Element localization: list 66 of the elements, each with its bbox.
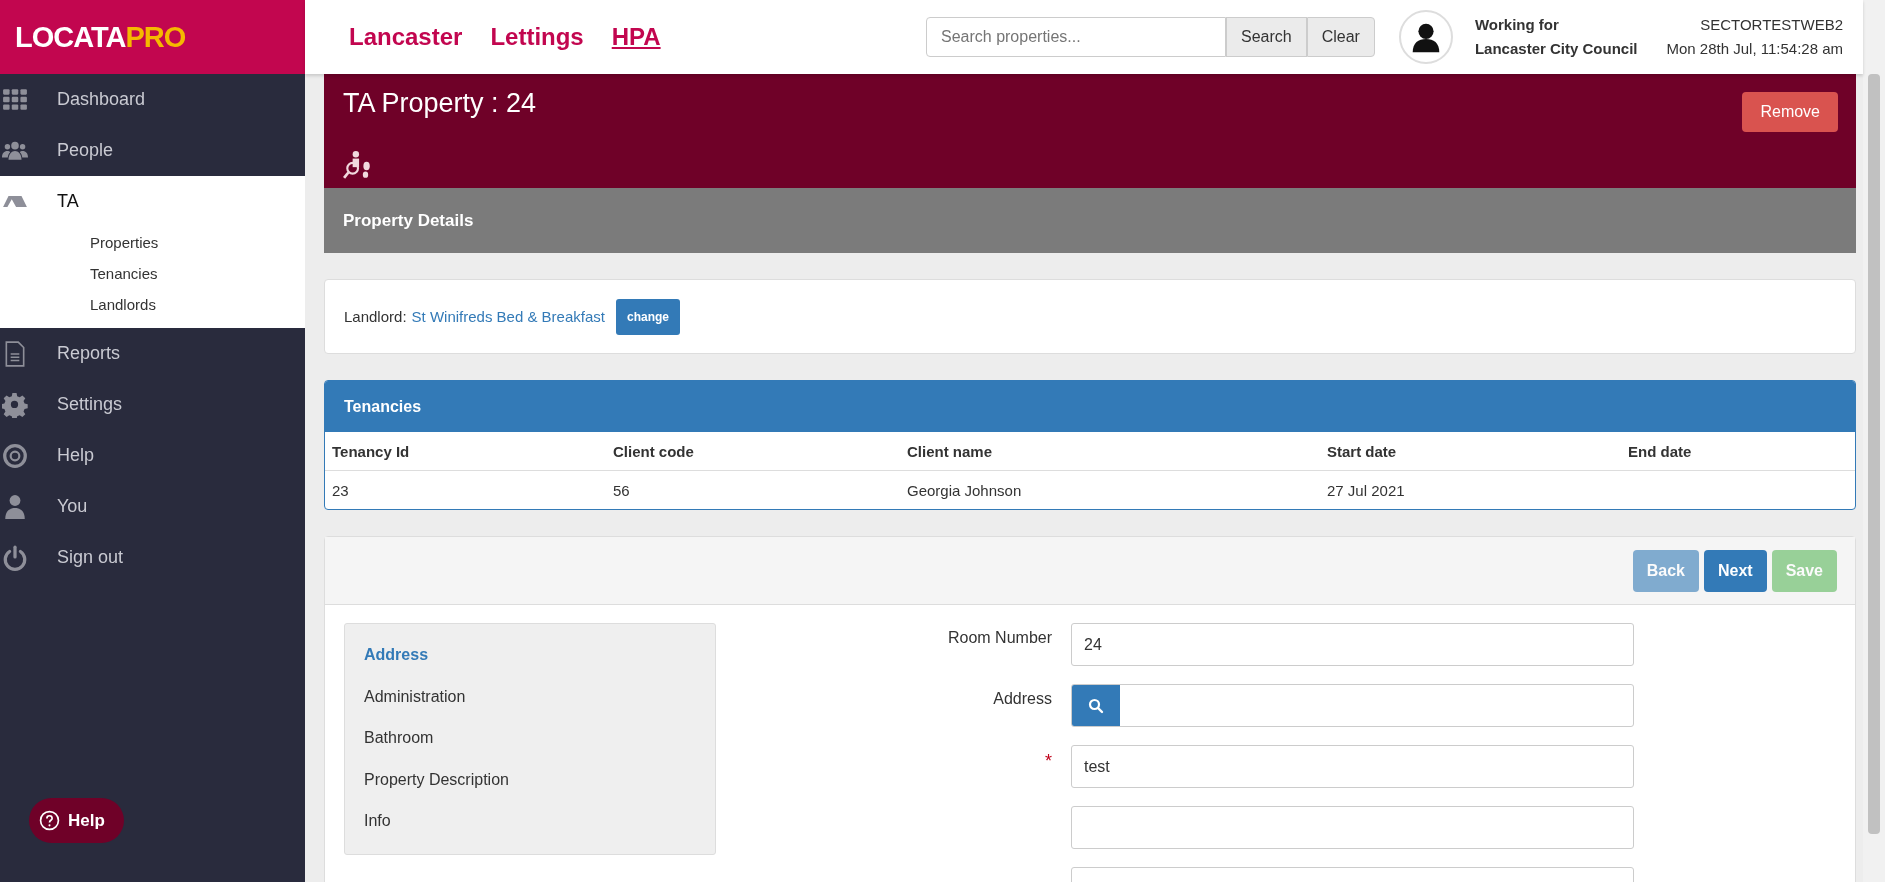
section-title: Property Details xyxy=(343,210,474,231)
user-icon xyxy=(4,493,26,520)
search-icon[interactable] xyxy=(1072,685,1120,726)
form-section-link[interactable]: Address xyxy=(364,634,715,676)
search-field[interactable]: Search properties... xyxy=(926,17,1226,57)
sidebar-item[interactable]: Dashboard xyxy=(0,74,305,125)
required-asterisk: * xyxy=(1045,751,1052,771)
working-for-label: Working for xyxy=(1474,15,1560,35)
column-header: Start date xyxy=(1327,442,1398,460)
sidebar-subitem[interactable]: Tenancies xyxy=(0,258,305,289)
document-icon xyxy=(5,340,25,367)
power-icon xyxy=(2,544,28,571)
organisation-name: Lancaster City Council xyxy=(1474,39,1638,59)
scrollbar[interactable] xyxy=(1863,0,1885,882)
server-name: SECTORTESTWEB2 xyxy=(1699,15,1843,35)
search-footprints-icon xyxy=(343,150,373,180)
table-cell: Georgia Johnson xyxy=(907,481,1022,499)
sidebar-item[interactable]: TA xyxy=(0,176,305,227)
logo[interactable]: LOCATAPRO xyxy=(0,0,305,74)
remove-button[interactable]: Remove xyxy=(1742,92,1838,132)
help-button[interactable]: Help xyxy=(29,798,124,843)
date-time: Mon 28th Jul, 11:54:28 am xyxy=(1666,39,1843,59)
grid-icon xyxy=(2,88,28,111)
input-field[interactable] xyxy=(1071,806,1634,849)
form-section-link[interactable]: Info xyxy=(364,800,715,842)
tent-icon xyxy=(2,195,28,208)
panel-title: Tenancies xyxy=(344,397,422,416)
settings-icon xyxy=(2,391,28,418)
column-header: Client code xyxy=(613,442,695,460)
page-title: TA Property : 24 xyxy=(343,88,537,119)
question-icon xyxy=(39,810,60,831)
sidebar-item[interactable]: You xyxy=(0,481,305,532)
lifebuoy-icon xyxy=(2,442,28,469)
field-label: Room Number xyxy=(947,629,1052,646)
top-nav-link[interactable]: Lancaster xyxy=(349,23,463,51)
column-header: Tenancy Id xyxy=(332,442,411,460)
input-field[interactable]: 24 xyxy=(1071,623,1634,666)
sidebar-subitem[interactable]: Properties xyxy=(0,227,305,258)
top-nav-link[interactable]: Lettings xyxy=(490,23,584,51)
form-section-link[interactable]: Property Description xyxy=(364,758,715,800)
sidebar-item[interactable]: People xyxy=(0,125,305,176)
next-button[interactable]: Next xyxy=(1703,549,1767,592)
column-header: Client name xyxy=(907,442,994,460)
address-search-field[interactable] xyxy=(1071,684,1634,727)
clear-button[interactable]: Clear xyxy=(1306,17,1375,57)
landlord-label: Landlord: xyxy=(344,308,407,325)
landlord-link[interactable]: St Winifreds Bed & Breakfast xyxy=(411,308,605,325)
form-section-link[interactable]: Administration xyxy=(364,675,715,717)
sidebar-item[interactable]: Help xyxy=(0,430,305,481)
top-nav-link[interactable]: HPA xyxy=(611,23,661,51)
input-field[interactable]: test xyxy=(1071,745,1634,788)
sidebar-item[interactable]: Sign out xyxy=(0,532,305,583)
table-cell: 23 xyxy=(332,481,349,499)
sidebar-subitem[interactable]: Landlords xyxy=(0,289,305,320)
sidebar-item[interactable]: Reports xyxy=(0,328,305,379)
table-cell: 56 xyxy=(613,481,630,499)
avatar-icon[interactable] xyxy=(1398,10,1453,64)
table-cell: 27 Jul 2021 xyxy=(1327,481,1405,499)
search-button[interactable]: Search xyxy=(1226,17,1307,57)
change-button[interactable]: change xyxy=(616,298,680,335)
people-icon xyxy=(2,141,28,160)
field-label: Address xyxy=(993,690,1052,707)
table-row[interactable]: 23 56 Georgia Johnson 27 Jul 2021 xyxy=(325,471,1855,509)
column-header: End date xyxy=(1628,442,1693,460)
sidebar-item[interactable]: Settings xyxy=(0,379,305,430)
form-section-link[interactable]: Bathroom xyxy=(364,717,715,759)
